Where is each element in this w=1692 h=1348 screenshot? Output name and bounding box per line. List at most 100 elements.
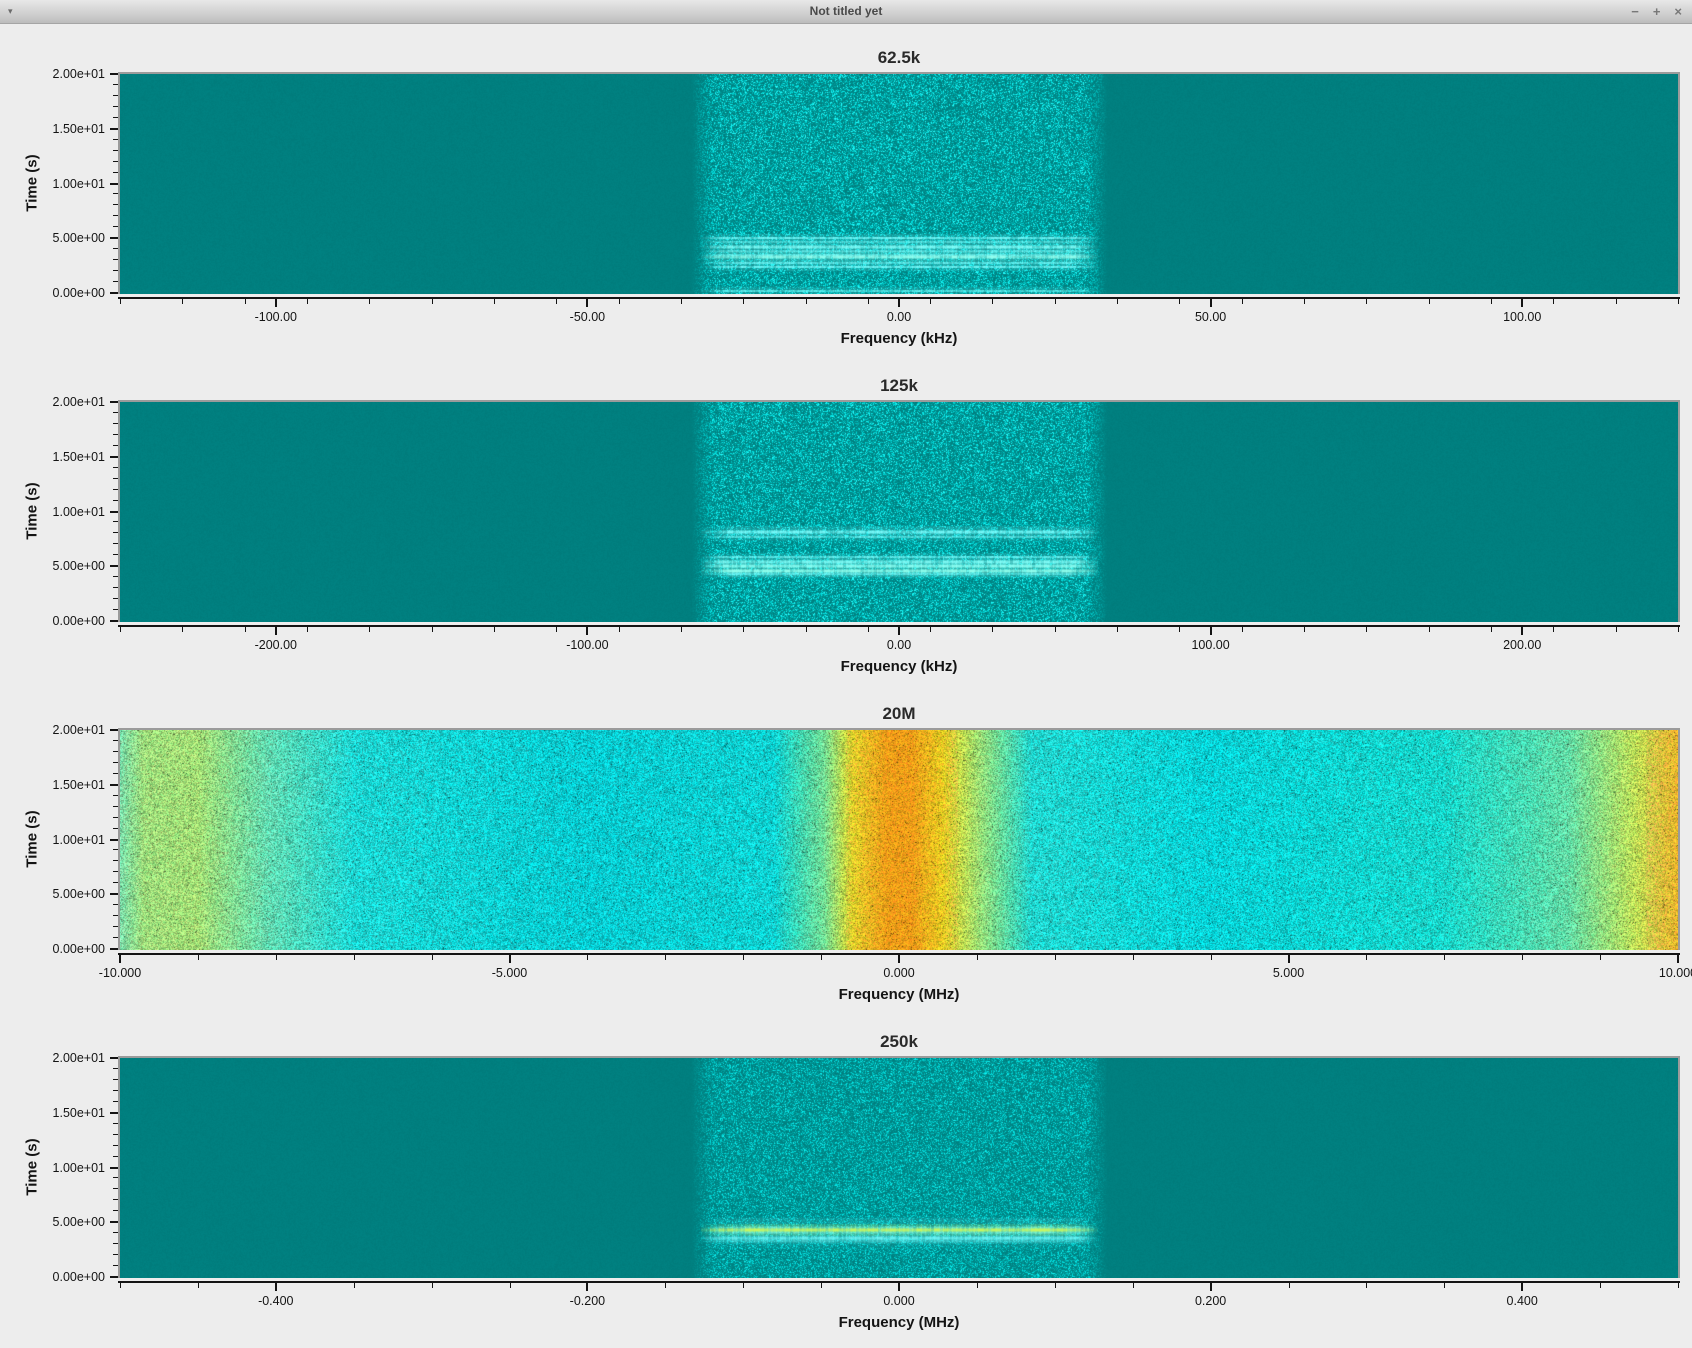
waterfall-canvas[interactable] <box>120 1058 1678 1278</box>
y-tick-minor <box>113 500 118 501</box>
x-tick-minor <box>556 627 557 632</box>
y-tick-minor <box>113 1254 118 1255</box>
x-tick-minor <box>1242 299 1243 304</box>
x-tick-minor <box>182 627 183 632</box>
y-tick-label: 1.00e+01 <box>53 177 105 191</box>
x-tick-major <box>1210 627 1212 635</box>
x-tick-minor <box>120 1283 121 1288</box>
x-tick-minor <box>432 1283 433 1288</box>
y-tick-minor <box>113 1101 118 1102</box>
x-tick-minor <box>1366 955 1367 960</box>
y-tick-label: 0.00e+00 <box>53 614 105 628</box>
y-tick-minor <box>113 576 118 577</box>
x-tick-major <box>586 627 588 635</box>
y-tick-label: 0.00e+00 <box>53 286 105 300</box>
y-tick-label: 2.00e+01 <box>53 395 105 409</box>
y-tick-minor <box>113 773 118 774</box>
x-tick-minor <box>1553 299 1554 304</box>
plot-block-250k: 250k Time (s) 2.00e+011.50e+011.00e+015.… <box>0 1030 1692 1348</box>
y-tick-minor <box>113 543 118 544</box>
y-tick-major <box>110 73 118 75</box>
x-tick-minor <box>1179 299 1180 304</box>
y-tick-minor <box>113 751 118 752</box>
y-tick-minor <box>113 226 118 227</box>
y-tick-minor <box>113 1068 118 1069</box>
x-tick-minor <box>930 299 931 304</box>
x-tick-minor <box>245 627 246 632</box>
x-tick-minor <box>992 299 993 304</box>
x-tick-minor <box>1055 299 1056 304</box>
y-tick-major <box>110 511 118 513</box>
x-tick-minor <box>1553 627 1554 632</box>
x-tick-minor <box>619 627 620 632</box>
app-window: ▾ Not titled yet − + × 62.5k Time (s) 2.… <box>0 0 1692 1348</box>
x-tick-minor <box>369 627 370 632</box>
x-tick-minor <box>992 627 993 632</box>
waterfall-canvas[interactable] <box>120 730 1678 950</box>
x-tick-minor <box>1304 627 1305 632</box>
waterfall-20m[interactable] <box>118 728 1680 950</box>
waterfall-62-5k[interactable] <box>118 72 1680 294</box>
y-tick-minor <box>113 1232 118 1233</box>
x-tick-minor <box>556 299 557 304</box>
y-tick-minor <box>113 423 118 424</box>
x-tick-minor <box>977 955 978 960</box>
y-tick-label: 1.50e+01 <box>53 1106 105 1120</box>
y-tick-minor <box>113 489 118 490</box>
y-tick-minor <box>113 117 118 118</box>
x-tick-minor <box>743 955 744 960</box>
y-tick-minor <box>113 860 118 861</box>
y-tick-minor <box>113 106 118 107</box>
y-tick-major <box>110 784 118 786</box>
y-tick-label: 1.50e+01 <box>53 778 105 792</box>
x-tick-minor <box>354 955 355 960</box>
window-controls: − + × <box>1631 0 1682 23</box>
close-button[interactable]: × <box>1674 0 1682 23</box>
y-tick-minor <box>113 1199 118 1200</box>
x-tick-minor <box>1616 627 1617 632</box>
y-axis: Time (s) 2.00e+011.50e+011.00e+015.00e+0… <box>0 728 118 950</box>
x-tick-minor <box>1444 955 1445 960</box>
y-tick-major <box>110 620 118 622</box>
x-tick-minor <box>510 1283 511 1288</box>
x-tick-minor <box>1678 627 1679 632</box>
y-tick-minor <box>113 139 118 140</box>
y-tick-minor <box>113 215 118 216</box>
x-tick-minor <box>1242 627 1243 632</box>
y-tick-minor <box>113 828 118 829</box>
plots-area: 62.5k Time (s) 2.00e+011.50e+011.00e+015… <box>0 24 1692 1348</box>
x-tick-label: 0.00 <box>887 638 911 652</box>
x-tick-minor <box>354 1283 355 1288</box>
maximize-button[interactable]: + <box>1653 0 1661 23</box>
x-tick-minor <box>1491 299 1492 304</box>
waterfall-125k[interactable] <box>118 400 1680 622</box>
x-tick-minor <box>743 1283 744 1288</box>
y-tick-minor <box>113 1243 118 1244</box>
x-tick-minor <box>681 299 682 304</box>
y-tick-major <box>110 729 118 731</box>
waterfall-canvas[interactable] <box>120 74 1678 294</box>
x-tick-minor <box>276 955 277 960</box>
y-tick-major <box>110 1057 118 1059</box>
y-tick-minor <box>113 1090 118 1091</box>
plot-block-62-5k: 62.5k Time (s) 2.00e+011.50e+011.00e+015… <box>0 46 1692 364</box>
x-tick-minor <box>665 1283 666 1288</box>
y-tick-major <box>110 237 118 239</box>
x-tick-minor <box>806 299 807 304</box>
waterfall-250k[interactable] <box>118 1056 1680 1278</box>
plot-block-20m: 20M Time (s) 2.00e+011.50e+011.00e+015.0… <box>0 702 1692 1020</box>
plot-title: 20M <box>118 702 1680 726</box>
y-axis-label: Time (s) <box>24 810 41 867</box>
y-tick-minor <box>113 270 118 271</box>
minimize-button[interactable]: − <box>1631 0 1639 23</box>
x-tick-minor <box>1211 955 1212 960</box>
waterfall-canvas[interactable] <box>120 402 1678 622</box>
y-tick-minor <box>113 849 118 850</box>
x-tick-major <box>586 1283 588 1291</box>
y-tick-major <box>110 1167 118 1169</box>
x-tick-major <box>1210 299 1212 307</box>
y-tick-label: 0.00e+00 <box>53 942 105 956</box>
window-titlebar[interactable]: ▾ Not titled yet − + × <box>0 0 1692 24</box>
y-tick-minor <box>113 1177 118 1178</box>
x-tick-minor <box>681 627 682 632</box>
